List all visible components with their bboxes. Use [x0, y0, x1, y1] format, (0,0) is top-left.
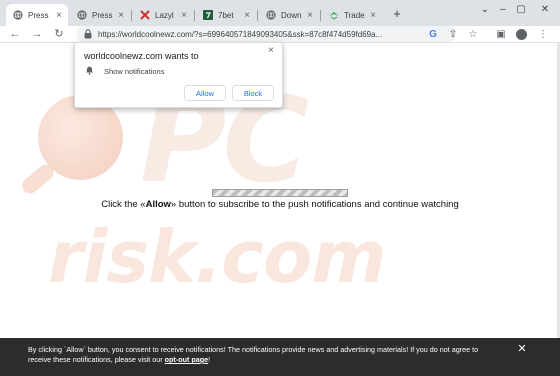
- tab-close-icon[interactable]: ×: [116, 10, 126, 21]
- tab-2[interactable]: Press ×: [70, 4, 130, 26]
- tab-separator: [194, 10, 195, 21]
- profile-avatar[interactable]: [514, 27, 528, 41]
- globe-icon: [266, 10, 276, 20]
- banner-text: By clicking `Allow` button, you consent …: [28, 345, 479, 364]
- banner-close-icon[interactable]: ✕: [516, 342, 528, 355]
- tab-5[interactable]: Down ×: [259, 4, 319, 26]
- lock-icon[interactable]: [84, 29, 92, 39]
- tab-close-icon[interactable]: ×: [179, 10, 189, 21]
- tab-title: Press: [92, 10, 113, 20]
- tab-title: Trade: [344, 10, 365, 20]
- seven-bet-icon: [203, 10, 213, 20]
- url-text[interactable]: https://worldcoolnewz.com/?s=69964057184…: [98, 30, 456, 39]
- tab-title: Press: [28, 10, 49, 20]
- tab-separator: [320, 10, 321, 21]
- headline-allow: Allow: [145, 199, 171, 210]
- headline-before: Click the «: [101, 199, 146, 210]
- forward-button[interactable]: →: [30, 26, 44, 42]
- tab-strip: Press × Press × Lazyl × 7bet × Down × Tr…: [0, 0, 560, 26]
- green-bird-icon: [329, 10, 339, 20]
- allow-button[interactable]: Allow: [184, 85, 226, 101]
- minimize-button[interactable]: –: [496, 4, 510, 15]
- close-window-button[interactable]: ✕: [538, 4, 552, 15]
- menu-kebab-icon[interactable]: ⋮: [536, 27, 550, 41]
- globe-icon: [13, 10, 23, 20]
- popup-close-icon[interactable]: ×: [266, 45, 276, 56]
- back-button[interactable]: ←: [8, 26, 22, 42]
- tab-3[interactable]: Lazyl ×: [133, 4, 193, 26]
- address-bar[interactable]: https://worldcoolnewz.com/?s=69964057184…: [76, 26, 456, 42]
- page-headline: Click the «Allow» button to subscribe to…: [0, 199, 560, 211]
- tab-separator: [131, 10, 132, 21]
- permission-label: Show notifications: [104, 67, 165, 76]
- red-x-icon: [140, 10, 150, 20]
- bell-icon: [86, 66, 93, 75]
- side-panel-icon[interactable]: ▣: [494, 27, 508, 41]
- tab-search-chevron-icon[interactable]: ⌄: [478, 4, 492, 15]
- tab-title: Lazyl: [155, 10, 174, 20]
- loading-bar: [212, 189, 348, 197]
- google-lens-icon[interactable]: G: [426, 27, 440, 41]
- tab-title: Down: [281, 10, 302, 20]
- popup-title: worldcoolnewz.com wants to: [84, 51, 199, 61]
- tab-6[interactable]: Trade ×: [322, 4, 382, 26]
- consent-banner: By clicking `Allow` button, you consent …: [0, 338, 560, 376]
- notification-permission-popup: worldcoolnewz.com wants to × Show notifi…: [74, 42, 283, 108]
- block-button[interactable]: Block: [232, 85, 274, 101]
- reload-button[interactable]: ↻: [52, 26, 66, 42]
- tab-1[interactable]: Press ×: [6, 4, 68, 26]
- tab-4[interactable]: 7bet ×: [196, 4, 256, 26]
- watermark-risk-text: risk.com: [48, 215, 386, 299]
- tab-separator: [257, 10, 258, 21]
- tab-close-icon[interactable]: ×: [242, 10, 252, 21]
- tab-title: 7bet: [218, 10, 234, 20]
- globe-icon: [77, 10, 87, 20]
- maximize-button[interactable]: ▢: [514, 4, 528, 15]
- browser-toolbar: ← → ↻ https://worldcoolnewz.com/?s=69964…: [0, 26, 560, 42]
- banner-suffix: !: [208, 355, 211, 364]
- bookmark-star-icon[interactable]: ☆: [466, 27, 480, 41]
- share-icon[interactable]: ⇪: [446, 27, 460, 41]
- new-tab-button[interactable]: +: [390, 7, 404, 21]
- opt-out-link[interactable]: opt-out page: [165, 355, 209, 364]
- headline-after: » button to subscribe to the push notifi…: [170, 199, 459, 210]
- tab-close-icon[interactable]: ×: [54, 10, 64, 21]
- banner-text-block: By clicking `Allow` button, you consent …: [28, 345, 498, 365]
- tab-close-icon[interactable]: ×: [305, 10, 315, 21]
- tab-close-icon[interactable]: ×: [368, 10, 378, 21]
